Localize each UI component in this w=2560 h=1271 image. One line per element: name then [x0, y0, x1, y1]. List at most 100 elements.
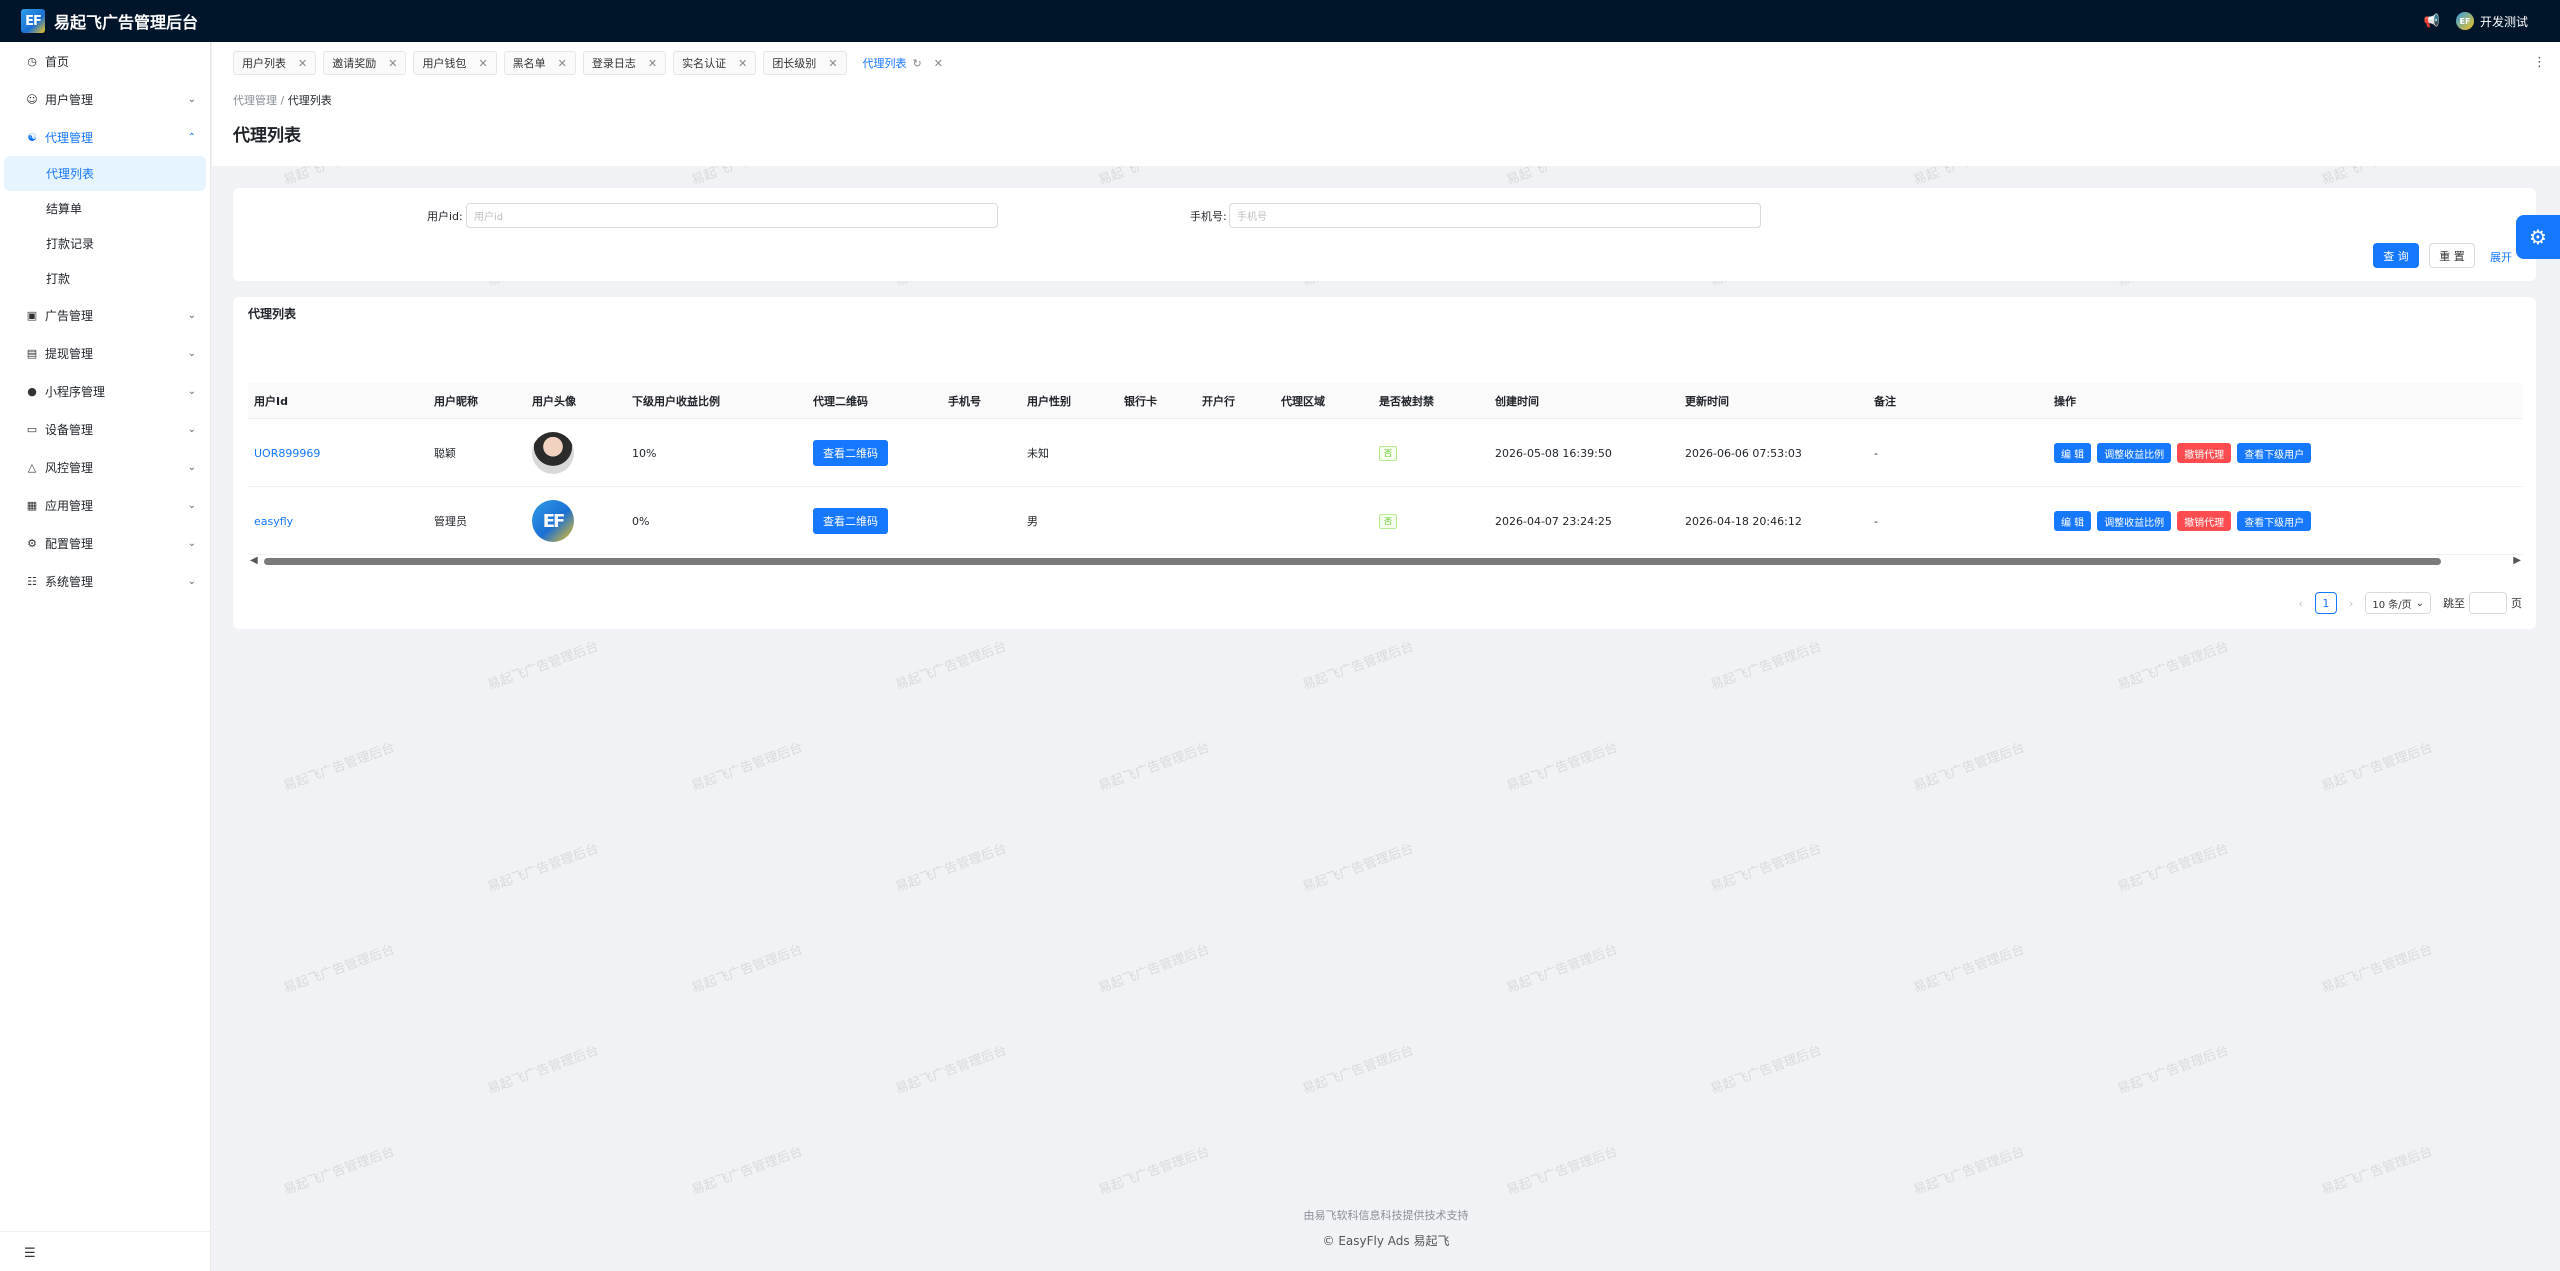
gear-icon: ⚙ — [27, 536, 37, 550]
sidebar-item-label: 系统管理 — [45, 574, 94, 589]
close-icon[interactable]: ✕ — [828, 57, 837, 70]
scrollbar-thumb[interactable] — [264, 558, 2441, 565]
watermark-text: 易起飞广告管理后台 — [1300, 1043, 1416, 1098]
watermark-text: 易起飞广告管理后台 — [485, 639, 601, 694]
sidebar-item-label: 首页 — [45, 54, 70, 69]
page-size-select[interactable]: 10 条/页 ⌄ — [2365, 592, 2431, 614]
refresh-icon[interactable]: ↻ — [913, 57, 922, 70]
expand-link[interactable]: 展开 — [2490, 249, 2512, 265]
sidebar-item-user-management[interactable]: ☺ 用户管理 ⌄ — [0, 80, 210, 118]
sidebar-subitem-payment[interactable]: 打款 — [0, 261, 210, 296]
chevron-down-icon: ⌄ — [187, 575, 196, 587]
view-qr-button[interactable]: 查看二维码 — [813, 508, 888, 534]
notification-icon[interactable]: 📢 — [2424, 14, 2440, 29]
sidebar-item-label: 配置管理 — [45, 536, 94, 551]
sidebar-item-app-management[interactable]: ▦ 应用管理 ⌄ — [0, 486, 210, 524]
sidebar-item-system-management[interactable]: ☷ 系统管理 ⌄ — [0, 562, 210, 600]
tab-label: 用户钱包 — [422, 57, 467, 70]
tab-label: 实名认证 — [682, 57, 727, 70]
close-icon[interactable]: ✕ — [738, 57, 747, 70]
agent-table-card: 代理列表 用户Id 用户昵称 用户头像 下级用户收益比例 代理二维码 手机号 用… — [233, 297, 2536, 629]
watermark-text: 易起飞广告管理后台 — [893, 639, 1009, 694]
close-icon[interactable]: ✕ — [558, 57, 567, 70]
tab-login-log[interactable]: 登录日志 ✕ — [582, 51, 667, 75]
page-suffix: 页 — [2511, 597, 2522, 610]
sidebar-item-device-management[interactable]: ▭ 设备管理 ⌄ — [0, 410, 210, 448]
sidebar-subitem-payment-records[interactable]: 打款记录 — [0, 226, 210, 261]
tab-agent-list[interactable]: 代理列表 ↻ ✕ — [853, 51, 952, 75]
watermark-text: 易起飞广告管理后台 — [1096, 740, 1212, 795]
sidebar-item-config-management[interactable]: ⚙ 配置管理 ⌄ — [0, 524, 210, 562]
search-button[interactable]: 查 询 — [2373, 243, 2419, 268]
revoke-agent-button[interactable]: 撤销代理 — [2177, 443, 2232, 463]
avatar[interactable]: EF — [532, 500, 574, 542]
close-icon[interactable]: ✕ — [388, 57, 397, 70]
close-icon[interactable]: ✕ — [648, 57, 657, 70]
page-jump-input[interactable] — [2469, 592, 2507, 614]
next-page-icon[interactable]: › — [2349, 597, 2353, 610]
tab-user-list[interactable]: 用户列表 ✕ — [233, 51, 317, 75]
status-badge: 否 — [1379, 445, 1397, 461]
table-header: 用户Id 用户昵称 用户头像 下级用户收益比例 代理二维码 手机号 用户性别 银… — [248, 383, 2523, 419]
chevron-down-icon: ⌄ — [187, 537, 196, 549]
chevron-down-icon: ⌄ — [2415, 597, 2424, 609]
view-subordinates-button[interactable]: 查看下级用户 — [2237, 511, 2312, 531]
remark-cell: - — [1874, 514, 1878, 528]
page-number[interactable]: 1 — [2314, 592, 2337, 614]
adjust-ratio-button[interactable]: 调整收益比例 — [2097, 443, 2172, 463]
view-subordinates-button[interactable]: 查看下级用户 — [2237, 443, 2312, 463]
scroll-right-icon[interactable]: ▶ — [2513, 555, 2521, 566]
user-avatar[interactable]: EF — [2455, 12, 2474, 30]
close-icon[interactable]: ✕ — [478, 57, 487, 70]
tab-leader-level[interactable]: 团长级别 ✕ — [763, 51, 847, 75]
sidebar-subitem-settlement[interactable]: 结算单 — [0, 191, 210, 226]
sidebar-subitem-agent-list[interactable]: 代理列表 — [4, 156, 206, 191]
user-icon: ☺ — [26, 92, 38, 106]
user-id-link[interactable]: UOR899969 — [254, 419, 320, 487]
view-qr-button[interactable]: 查看二维码 — [813, 440, 888, 466]
sidebar-item-risk-management[interactable]: △ 风控管理 ⌄ — [0, 448, 210, 486]
tab-blacklist[interactable]: 黑名单 ✕ — [503, 51, 576, 75]
column-header: 手机号 — [948, 395, 981, 408]
watermark-text: 易起飞广告管理后台 — [1911, 1144, 2027, 1199]
watermark-text: 易起飞广告管理后台 — [1911, 942, 2027, 997]
avatar[interactable] — [532, 432, 574, 474]
sidebar-item-miniprogram-management[interactable]: ● 小程序管理 ⌄ — [0, 372, 210, 410]
sidebar-item-ad-management[interactable]: ▣ 广告管理 ⌄ — [0, 296, 210, 334]
gender-cell: 未知 — [1027, 447, 1049, 460]
more-vertical-icon[interactable]: ⋮ — [2533, 55, 2546, 70]
column-header: 操作 — [2054, 395, 2076, 408]
close-icon[interactable]: ✕ — [934, 57, 943, 70]
adjust-ratio-button[interactable]: 调整收益比例 — [2097, 511, 2172, 531]
monitor-icon: ▭ — [26, 422, 38, 436]
sidebar-item-label: 设备管理 — [45, 422, 94, 437]
sidebar-item-home[interactable]: ◷ 首页 — [0, 42, 210, 80]
revoke-agent-button[interactable]: 撤销代理 — [2177, 511, 2232, 531]
sidebar-item-label: 小程序管理 — [45, 384, 106, 399]
prev-page-icon[interactable]: ‹ — [2299, 597, 2303, 610]
breadcrumb: 代理管理 / 代理列表 — [233, 92, 332, 108]
tab-invite-rewards[interactable]: 邀请奖励 ✕ — [323, 51, 407, 75]
edit-button[interactable]: 编 辑 — [2054, 511, 2092, 531]
tab-user-wallet[interactable]: 用户钱包 ✕ — [413, 51, 497, 75]
user-id-link[interactable]: easyfly — [254, 487, 293, 555]
sidebar: ◷ 首页 ☺ 用户管理 ⌄ ☯ 代理管理 ⌃ 代理列表 结算单 打款记录 打款 … — [0, 42, 211, 1271]
user-id-input[interactable]: 用户id — [466, 203, 998, 228]
sidebar-item-agent-management[interactable]: ☯ 代理管理 ⌃ — [0, 118, 210, 156]
horizontal-scrollbar[interactable]: ◀ ▶ — [248, 555, 2523, 569]
settings-float-button[interactable]: ⚙ — [2516, 215, 2560, 259]
edit-button[interactable]: 编 辑 — [2054, 443, 2092, 463]
page-tabs-bar: 用户列表 ✕ 邀请奖励 ✕ 用户钱包 ✕ 黑名单 ✕ 登录日志 ✕ 实名认证 ✕ 团长级别 ✕… — [212, 42, 2560, 84]
breadcrumb-parent[interactable]: 代理管理 — [233, 94, 277, 107]
phone-input[interactable]: 手机号 — [1229, 203, 1761, 228]
sidebar-item-label: 广告管理 — [45, 308, 94, 323]
sidebar-item-withdraw-management[interactable]: ▤ 提现管理 ⌄ — [0, 334, 210, 372]
breadcrumb-separator: / — [280, 94, 285, 107]
scroll-left-icon[interactable]: ◀ — [250, 555, 258, 566]
column-header: 用户头像 — [532, 395, 576, 408]
user-name[interactable]: 开发测试 — [2480, 13, 2528, 30]
menu-collapse-icon[interactable]: ☰ — [24, 1246, 36, 1261]
close-icon[interactable]: ✕ — [298, 57, 307, 70]
tab-real-name-auth[interactable]: 实名认证 ✕ — [673, 51, 757, 75]
reset-button[interactable]: 重 置 — [2429, 243, 2475, 268]
